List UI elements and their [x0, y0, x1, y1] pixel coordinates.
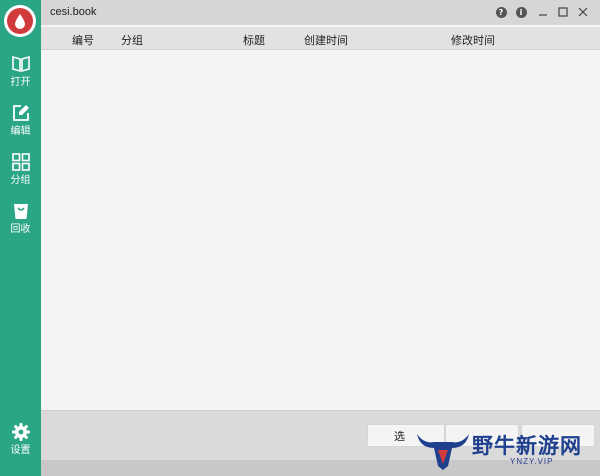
watermark-text: 野牛新游网 — [472, 434, 582, 458]
help-icon: ? — [495, 6, 507, 18]
sidebar-item-group[interactable]: 分组 — [0, 148, 41, 194]
column-header-created[interactable]: 创建时间 — [304, 32, 348, 48]
close-button[interactable] — [576, 5, 590, 19]
help-button[interactable]: ? — [494, 5, 508, 19]
sidebar-item-label: 设置 — [10, 445, 31, 456]
table-body[interactable] — [41, 50, 600, 410]
recycle-bin-icon — [13, 204, 28, 219]
sidebar-item-label: 分组 — [10, 175, 31, 186]
minimize-button[interactable] — [536, 5, 550, 19]
sidebar-item-settings[interactable]: 设置 — [0, 418, 41, 464]
table-header: 编号 分组 标题 创建时间 修改时间 — [41, 27, 600, 50]
sidebar: 打开 编辑 分组 回收 设置 — [0, 0, 41, 476]
title-bar: cesi.book ? i — [41, 0, 600, 25]
bull-logo-icon — [417, 434, 469, 470]
sidebar-item-label: 打开 — [10, 77, 31, 88]
sidebar-item-recycle[interactable]: 回收 — [0, 197, 41, 243]
open-book-icon — [11, 55, 30, 73]
window-title: cesi.book — [50, 6, 97, 18]
select-button-label: 选 — [394, 430, 405, 443]
info-icon: i — [515, 6, 527, 18]
group-grid-icon — [11, 153, 30, 171]
column-header-id[interactable]: 编号 — [72, 32, 94, 48]
close-icon — [578, 7, 588, 17]
minimize-icon — [539, 14, 547, 16]
watermark: 野牛新游网 YNZY.VIP — [414, 426, 594, 472]
sidebar-item-label: 编辑 — [10, 126, 31, 137]
edit-icon — [12, 105, 29, 121]
info-button[interactable]: i — [514, 5, 528, 19]
column-header-group[interactable]: 分组 — [121, 32, 143, 48]
sidebar-item-edit[interactable]: 编辑 — [0, 99, 41, 145]
column-header-title[interactable]: 标题 — [243, 32, 265, 48]
maximize-icon — [558, 7, 568, 17]
watermark-subtext: YNZY.VIP — [510, 457, 554, 466]
column-header-modified[interactable]: 修改时间 — [451, 32, 495, 48]
app-logo — [4, 5, 36, 37]
sidebar-item-label: 回收 — [10, 224, 31, 235]
gear-icon — [11, 423, 30, 441]
sidebar-item-open[interactable]: 打开 — [0, 50, 41, 96]
maximize-button[interactable] — [556, 5, 570, 19]
drop-logo-icon — [7, 8, 33, 34]
